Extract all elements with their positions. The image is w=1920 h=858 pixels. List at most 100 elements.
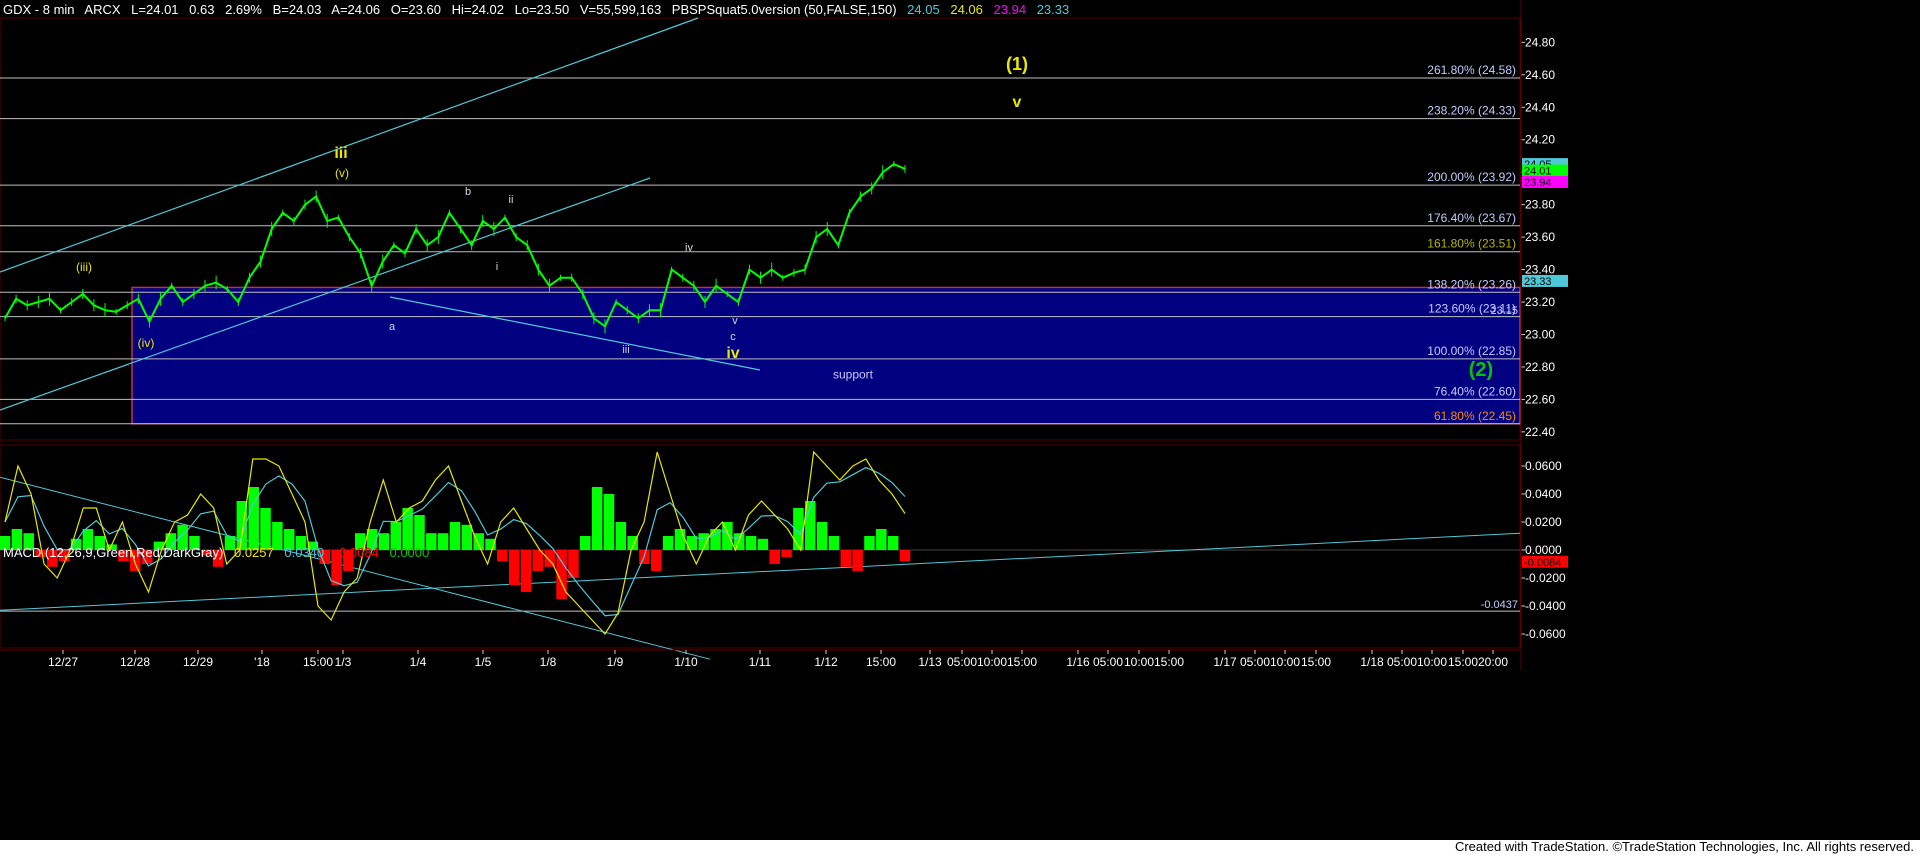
price-tag: 24.01: [1524, 166, 1552, 178]
macd-histogram-bar: [508, 550, 520, 585]
price-tag: 23.15: [1490, 305, 1518, 317]
wave-label: b: [465, 186, 471, 198]
time-tick-label: 05:00: [1387, 655, 1417, 669]
time-tick-label: 15:00: [1007, 655, 1037, 669]
price-tick-label: 23.00: [1525, 328, 1555, 342]
macd-histogram-bar: [437, 533, 449, 550]
macd-histogram-bar: [497, 550, 508, 562]
price-tick-label: 22.80: [1525, 360, 1555, 374]
macd-histogram-bar: [651, 550, 662, 571]
fib-label: 61.80% (22.45): [1434, 409, 1516, 423]
time-tick-label: 12/29: [183, 655, 213, 669]
open: O=23.60: [390, 2, 441, 17]
macd-header: MACD (12,26,9,Green,Red,DarkGray) 0.0257…: [3, 545, 436, 560]
high: Hi=24.02: [451, 2, 504, 17]
macd-histogram-bar: [876, 529, 887, 550]
wave-label: (iii): [76, 260, 92, 274]
macd-histogram-bar: [532, 550, 544, 571]
price-tick-label: 24.40: [1525, 100, 1555, 114]
fib-label: 161.80% (23.51): [1427, 237, 1516, 251]
chart[interactable]: support 261.80% (24.58) 238.20% (24.33) 200…: [0, 0, 1920, 858]
fib-label: 176.40% (23.67): [1427, 211, 1516, 225]
macd-histogram-bar: [852, 550, 863, 571]
price-tag: 23.94: [1524, 177, 1552, 189]
price-tick-label: 23.80: [1525, 198, 1555, 212]
low: Lo=23.50: [514, 2, 570, 17]
wave-label: i: [496, 261, 498, 273]
footer-credit: Created with TradeStation. ©TradeStation…: [1454, 839, 1914, 854]
time-tick-label: 12/27: [48, 655, 78, 669]
price-tick-label: 23.60: [1525, 230, 1555, 244]
wave-label: (v): [335, 166, 349, 180]
time-tick-label: 1/4: [410, 655, 427, 669]
macd-histogram-bar: [816, 522, 828, 550]
pct-change: 2.69%: [225, 2, 262, 17]
macd-histogram-bar: [449, 522, 461, 550]
time-tick-label: 1/16: [1066, 655, 1090, 669]
last-price: L=24.01: [131, 2, 179, 17]
time-tick-label: 1/8: [540, 655, 557, 669]
time-tick-label: 1/11: [749, 655, 772, 669]
macd-tag: -0.0084: [1524, 557, 1561, 569]
price-tick-label: 22.40: [1525, 425, 1555, 439]
support-label: support: [833, 367, 874, 381]
price-tick-label: 23.20: [1525, 295, 1555, 309]
macd-histogram-bar: [615, 522, 627, 550]
exchange: ARCX: [84, 2, 121, 17]
support-zone: [131, 286, 1521, 425]
macd-histogram-bar: [781, 550, 792, 557]
time-tick-label: 1/18: [1360, 655, 1384, 669]
indicator-value-3: 23.94: [993, 2, 1027, 17]
price-tick-label: 24.80: [1525, 35, 1555, 49]
time-tick-label: 15:00: [1448, 655, 1478, 669]
symbol-header: GDX - 8 min ARCX L=24.01 0.63 2.69% B=24…: [3, 2, 1076, 17]
macd-histogram-bar: [603, 494, 615, 550]
fib-label: 200.00% (23.92): [1427, 170, 1516, 184]
time-tick-label: 20:00: [1478, 655, 1508, 669]
macd-tick-label: -0.0600: [1525, 627, 1566, 641]
price-panel[interactable]: support 261.80% (24.58) 238.20% (24.33) 200…: [0, 17, 1568, 441]
time-tick-label: 10:00: [1417, 655, 1447, 669]
time-tick-label: 10:00: [977, 655, 1007, 669]
volume: V=55,599,163: [579, 2, 662, 17]
macd-tag: -0.0437: [1481, 599, 1518, 611]
macd-histogram-bar: [461, 524, 473, 550]
indicator-value-1: 24.05: [907, 2, 940, 17]
macd-tick-label: -0.0400: [1525, 599, 1566, 613]
macd-histogram-bar: [899, 550, 911, 562]
macd-value-1: 0.0257: [233, 545, 274, 560]
macd-histogram-bar: [828, 536, 840, 550]
time-tick-label: 05:00: [947, 655, 977, 669]
net-change: 0.63: [189, 2, 215, 17]
macd-histogram-bar: [769, 550, 780, 564]
macd-histogram-bar: [674, 529, 686, 550]
fib-label: 76.40% (22.60): [1434, 384, 1516, 398]
macd-tick-label: 0.0600: [1525, 459, 1562, 473]
fib-label: 238.20% (24.33): [1427, 104, 1516, 118]
wave-label: c: [730, 331, 736, 343]
price-tag: 23.33: [1524, 276, 1552, 288]
wave-label: a: [389, 321, 396, 333]
fib-label: 100.00% (22.85): [1427, 344, 1516, 358]
macd-value-2: 0.0340: [284, 545, 325, 560]
ask: A=24.06: [331, 2, 381, 17]
indicator-value-2: 24.06: [950, 2, 983, 17]
macd-histogram-bar: [757, 538, 769, 550]
macd-histogram-bar: [260, 508, 271, 550]
time-tick-label: 05:00: [1093, 655, 1123, 669]
time-tick-label: 1/3: [335, 655, 352, 669]
price-tick-label: 23.40: [1525, 263, 1555, 277]
time-tick-label: 05:00: [1240, 655, 1270, 669]
time-tick-label: 1/10: [674, 655, 698, 669]
wave-label: v: [1013, 94, 1022, 111]
time-tick-label: 15:00: [1154, 655, 1184, 669]
macd-histogram-bar: [591, 487, 603, 550]
macd-histogram-bar: [580, 536, 591, 550]
macd-value-4: 0.0000: [389, 545, 430, 560]
indicator-value-4: 23.33: [1036, 2, 1070, 17]
macd-histogram-bar: [887, 536, 899, 550]
time-tick-label: 15:00: [866, 655, 896, 669]
time-tick-label: 1/17: [1213, 655, 1237, 669]
time-tick-label: 12/28: [120, 655, 150, 669]
wave-label: (1): [1006, 54, 1028, 74]
